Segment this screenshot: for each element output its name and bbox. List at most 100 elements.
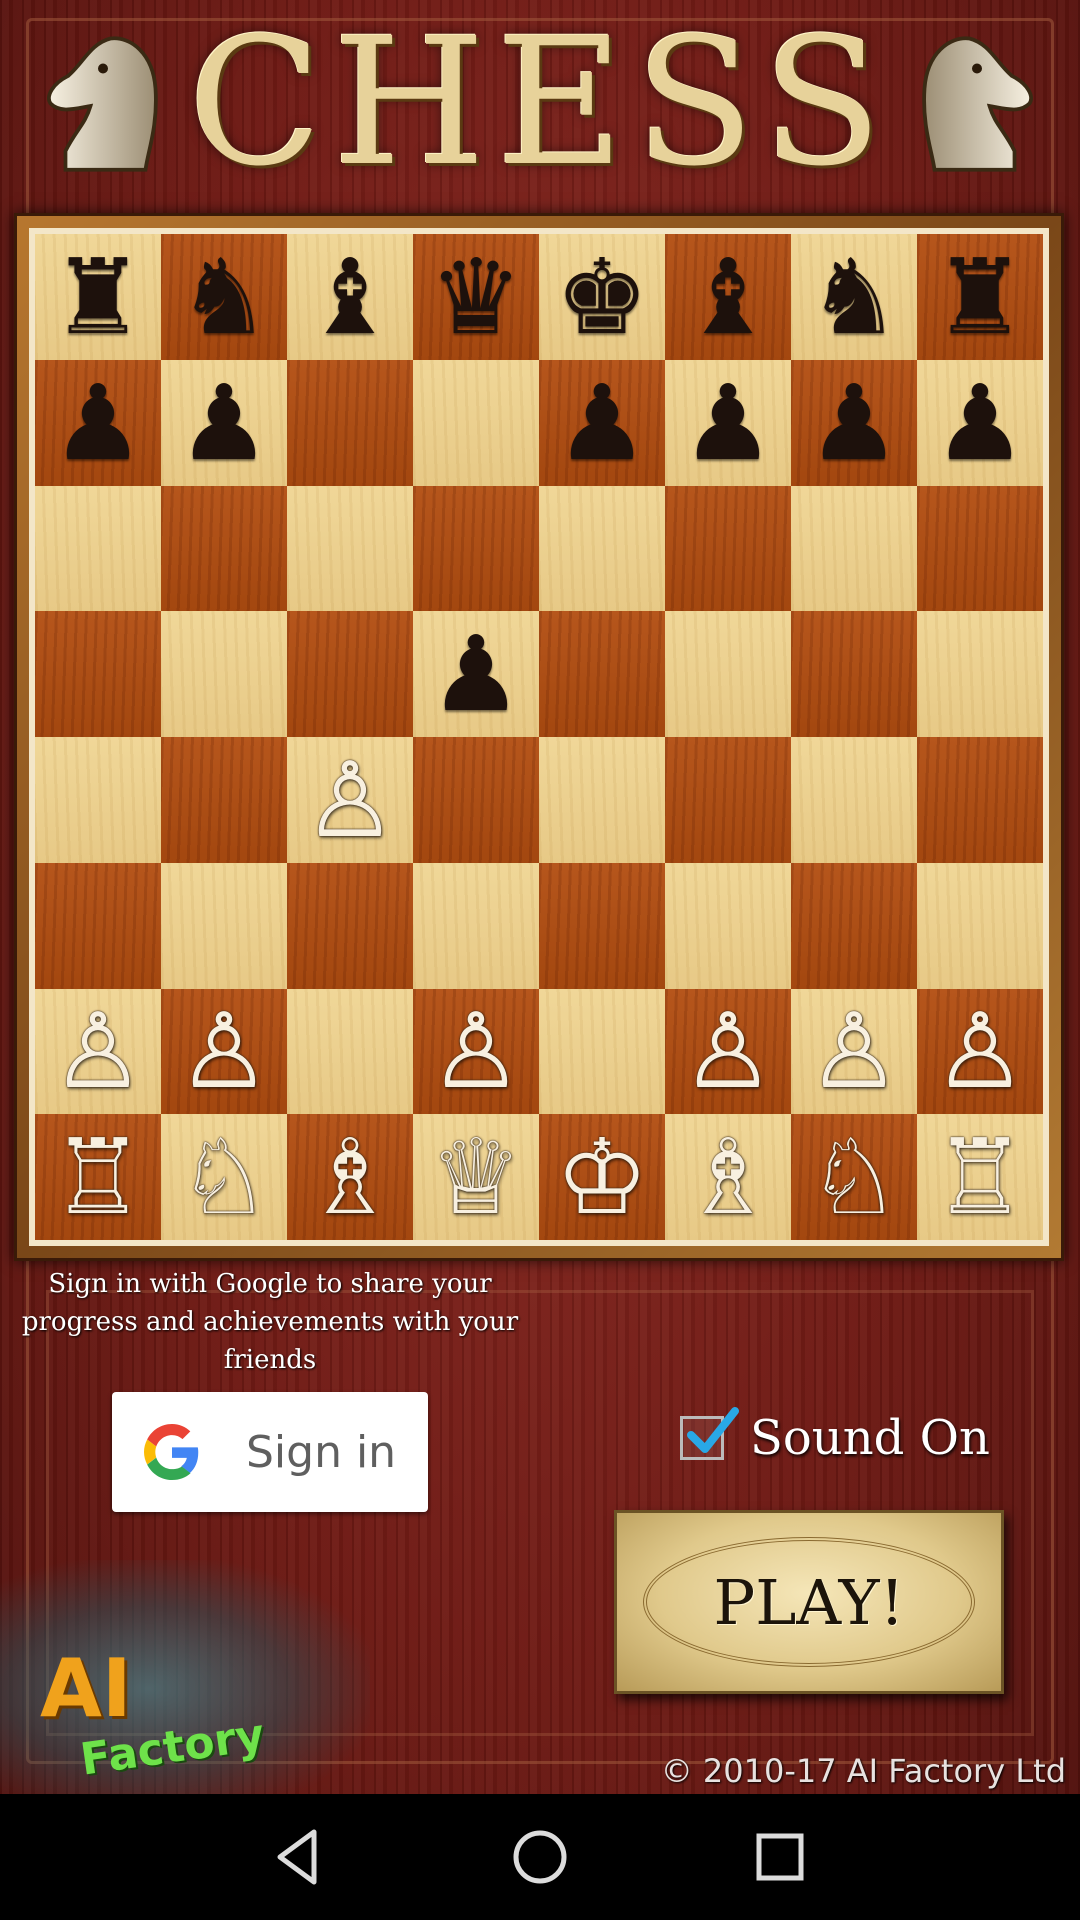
- white-pawn-d2[interactable]: ♙: [413, 989, 539, 1115]
- white-pawn-b2[interactable]: ♙: [161, 989, 287, 1115]
- square-b7[interactable]: ♟: [161, 359, 287, 486]
- square-b1[interactable]: ♘: [161, 1114, 287, 1240]
- square-g6[interactable]: [791, 485, 917, 612]
- square-h8[interactable]: ♜: [917, 234, 1043, 360]
- black-pawn-e7[interactable]: ♟: [539, 360, 665, 486]
- square-f5[interactable]: [665, 611, 791, 737]
- square-a3[interactable]: [35, 862, 161, 989]
- white-pawn-g2[interactable]: ♙: [791, 989, 917, 1115]
- square-e1[interactable]: ♔: [539, 1114, 665, 1240]
- square-c8[interactable]: ♝: [287, 234, 413, 360]
- chess-board[interactable]: ♜ ♞ ♝ ♛ ♚ ♝ ♞ ♜ ♟ ♟ ♟ ♟ ♟ ♟ ♟ ♙ ♙ ♙ ♙ ♙ ♙ ♙ ♖ ♘ ♗ ♕ ♔ ♗ ♘ ♖: [35, 234, 1043, 1240]
- black-king-e8[interactable]: ♚: [539, 234, 665, 360]
- square-f3[interactable]: [665, 862, 791, 989]
- square-d4[interactable]: [413, 737, 539, 863]
- black-bishop-c8[interactable]: ♝: [287, 234, 413, 360]
- square-a5[interactable]: [35, 611, 161, 737]
- square-d5[interactable]: ♟: [413, 611, 539, 737]
- white-pawn-a2[interactable]: ♙: [35, 989, 161, 1115]
- square-f6[interactable]: [665, 485, 791, 612]
- square-h4[interactable]: [917, 737, 1043, 863]
- home-icon[interactable]: [507, 1824, 573, 1890]
- white-bishop-c1[interactable]: ♗: [287, 1114, 413, 1240]
- square-e5[interactable]: [539, 611, 665, 737]
- square-d1[interactable]: ♕: [413, 1114, 539, 1240]
- square-f8[interactable]: ♝: [665, 234, 791, 360]
- square-f1[interactable]: ♗: [665, 1114, 791, 1240]
- square-g3[interactable]: [791, 862, 917, 989]
- square-c6[interactable]: [287, 485, 413, 612]
- white-pawn-f2[interactable]: ♙: [665, 989, 791, 1115]
- square-g8[interactable]: ♞: [791, 234, 917, 360]
- white-knight-g1[interactable]: ♘: [791, 1114, 917, 1240]
- sound-checkbox[interactable]: [680, 1407, 739, 1460]
- square-b6[interactable]: [161, 485, 287, 612]
- square-c4[interactable]: ♙: [287, 737, 413, 863]
- square-g2[interactable]: ♙: [791, 988, 917, 1115]
- square-g7[interactable]: ♟: [791, 359, 917, 486]
- square-b5[interactable]: [161, 611, 287, 737]
- square-c3[interactable]: [287, 862, 413, 989]
- square-h6[interactable]: [917, 485, 1043, 612]
- black-pawn-g7[interactable]: ♟: [791, 360, 917, 486]
- square-a6[interactable]: [35, 485, 161, 612]
- black-knight-b8[interactable]: ♞: [161, 234, 287, 360]
- square-e4[interactable]: [539, 737, 665, 863]
- black-queen-d8[interactable]: ♛: [413, 234, 539, 360]
- black-pawn-a7[interactable]: ♟: [35, 360, 161, 486]
- square-d6[interactable]: [413, 485, 539, 612]
- back-icon[interactable]: [266, 1824, 332, 1890]
- black-pawn-b7[interactable]: ♟: [161, 360, 287, 486]
- square-e8[interactable]: ♚: [539, 234, 665, 360]
- square-g5[interactable]: [791, 611, 917, 737]
- square-b3[interactable]: [161, 862, 287, 989]
- square-c7[interactable]: [287, 359, 413, 486]
- black-bishop-f8[interactable]: ♝: [665, 234, 791, 360]
- white-king-e1[interactable]: ♔: [539, 1114, 665, 1240]
- black-pawn-d5[interactable]: ♟: [413, 611, 539, 737]
- google-signin-button[interactable]: Sign in: [112, 1392, 428, 1512]
- white-rook-a1[interactable]: ♖: [35, 1114, 161, 1240]
- play-button[interactable]: PLAY!: [614, 1510, 1004, 1694]
- square-d8[interactable]: ♛: [413, 234, 539, 360]
- square-e3[interactable]: [539, 862, 665, 989]
- black-knight-g8[interactable]: ♞: [791, 234, 917, 360]
- white-pawn-c4[interactable]: ♙: [287, 737, 413, 863]
- black-rook-h8[interactable]: ♜: [917, 234, 1043, 360]
- square-a2[interactable]: ♙: [35, 988, 161, 1115]
- square-c5[interactable]: [287, 611, 413, 737]
- square-f7[interactable]: ♟: [665, 359, 791, 486]
- white-bishop-f1[interactable]: ♗: [665, 1114, 791, 1240]
- square-e2[interactable]: [539, 988, 665, 1115]
- white-rook-h1[interactable]: ♖: [917, 1114, 1043, 1240]
- square-h7[interactable]: ♟: [917, 359, 1043, 486]
- square-e6[interactable]: [539, 485, 665, 612]
- black-rook-a8[interactable]: ♜: [35, 234, 161, 360]
- square-f2[interactable]: ♙: [665, 988, 791, 1115]
- square-a7[interactable]: ♟: [35, 359, 161, 486]
- square-a4[interactable]: [35, 737, 161, 863]
- square-b8[interactable]: ♞: [161, 234, 287, 360]
- square-d7[interactable]: [413, 359, 539, 486]
- square-c2[interactable]: [287, 988, 413, 1115]
- square-c1[interactable]: ♗: [287, 1114, 413, 1240]
- square-h1[interactable]: ♖: [917, 1114, 1043, 1240]
- white-knight-b1[interactable]: ♘: [161, 1114, 287, 1240]
- square-h2[interactable]: ♙: [917, 988, 1043, 1115]
- square-g4[interactable]: [791, 737, 917, 863]
- square-a8[interactable]: ♜: [35, 234, 161, 360]
- square-d2[interactable]: ♙: [413, 988, 539, 1115]
- sound-toggle[interactable]: Sound On: [680, 1407, 990, 1468]
- square-e7[interactable]: ♟: [539, 359, 665, 486]
- square-g1[interactable]: ♘: [791, 1114, 917, 1240]
- white-pawn-h2[interactable]: ♙: [917, 989, 1043, 1115]
- square-f4[interactable]: [665, 737, 791, 863]
- black-pawn-h7[interactable]: ♟: [917, 360, 1043, 486]
- square-a1[interactable]: ♖: [35, 1114, 161, 1240]
- recents-icon[interactable]: [747, 1824, 813, 1890]
- square-b4[interactable]: [161, 737, 287, 863]
- black-pawn-f7[interactable]: ♟: [665, 360, 791, 486]
- square-b2[interactable]: ♙: [161, 988, 287, 1115]
- square-h5[interactable]: [917, 611, 1043, 737]
- white-queen-d1[interactable]: ♕: [413, 1114, 539, 1240]
